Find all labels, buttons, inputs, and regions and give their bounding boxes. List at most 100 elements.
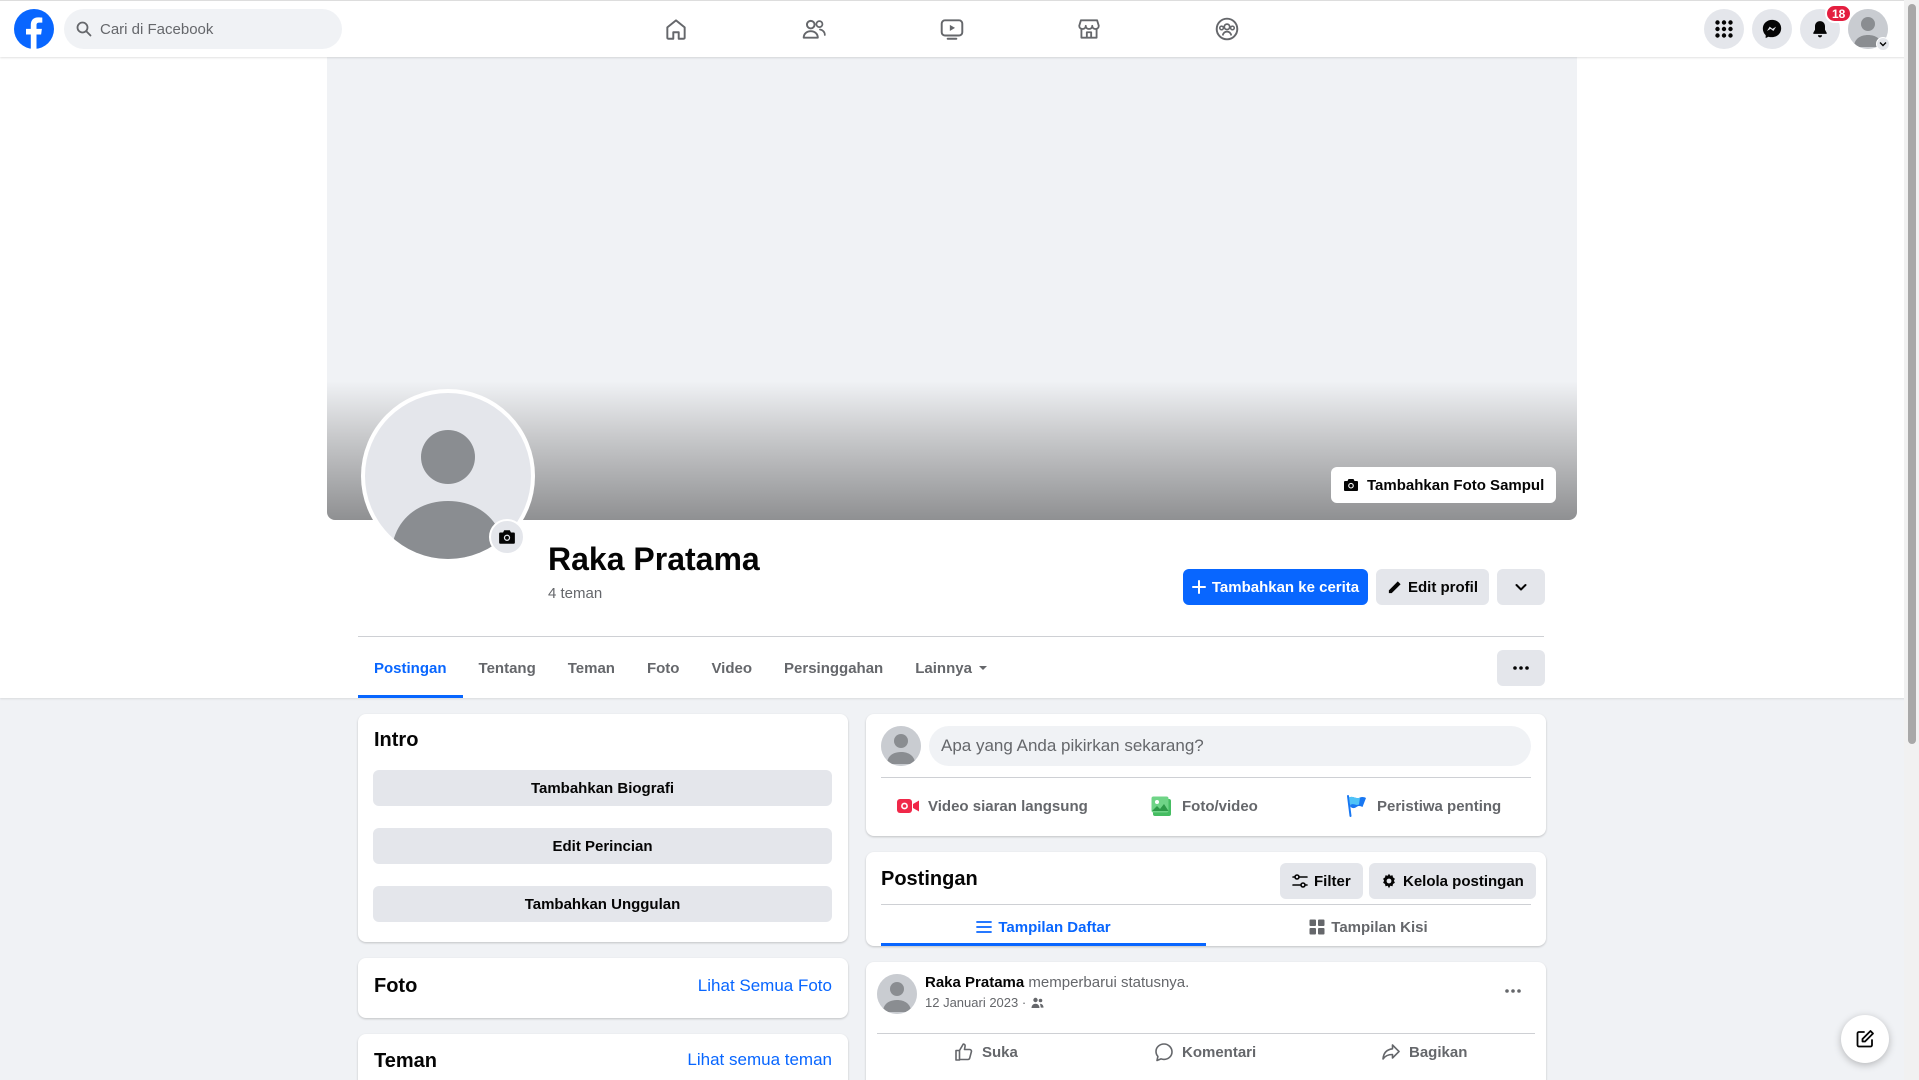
comment-icon <box>1155 1043 1173 1062</box>
flag-icon <box>1347 795 1366 817</box>
life-event-button[interactable]: Peristiwa penting <box>1345 786 1501 826</box>
friend-count[interactable]: 4 teman <box>548 585 602 602</box>
tab-about[interactable]: Tentang <box>463 638 552 698</box>
life-event-label: Peristiwa penting <box>1377 797 1502 815</box>
account-chevron-icon[interactable] <box>1876 37 1890 51</box>
page-scrollbar[interactable] <box>1904 0 1919 1080</box>
comment-button[interactable]: Komentari <box>1154 1034 1256 1070</box>
camera-icon <box>1344 479 1358 491</box>
header-divider <box>358 636 1544 637</box>
live-video-label: Video siaran langsung <box>928 797 1088 815</box>
like-button[interactable]: Suka <box>954 1034 1018 1070</box>
composer-avatar[interactable] <box>881 726 921 766</box>
photos-card: Foto Lihat Semua Foto <box>358 958 848 1018</box>
more-options-button[interactable] <box>1497 650 1545 686</box>
friends-card: Teman Lihat semua teman <box>358 1034 848 1080</box>
live-video-button[interactable]: Video siaran langsung <box>896 786 1088 826</box>
see-all-friends-link[interactable]: Lihat semua teman <box>687 1050 832 1070</box>
camera-icon <box>499 530 515 544</box>
tab-posts[interactable]: Postingan <box>358 638 463 698</box>
post-date[interactable]: 12 Januari 2023 · <box>925 995 1026 1010</box>
scrollbar-thumb[interactable] <box>1908 4 1916 744</box>
video-watch-icon[interactable] <box>936 13 968 45</box>
plus-icon <box>1191 580 1206 594</box>
see-all-photos-link[interactable]: Lihat Semua Foto <box>698 976 832 996</box>
share-label: Bagikan <box>1409 1043 1468 1061</box>
post-options-button[interactable] <box>1498 976 1528 1006</box>
edit-profile-label: Edit profil <box>1408 578 1478 596</box>
list-view-label: Tampilan Daftar <box>998 918 1111 936</box>
profile-header: Tambahkan Foto Sampul <box>0 57 1919 698</box>
more-dots-icon <box>1505 989 1521 993</box>
friends-title: Teman <box>374 1050 437 1072</box>
new-message-button[interactable] <box>1841 1015 1889 1063</box>
tab-photos[interactable]: Foto <box>631 638 695 698</box>
add-cover-photo-label: Tambahkan Foto Sampul <box>1367 476 1545 494</box>
live-video-icon <box>897 799 919 813</box>
intro-card: Intro Tambahkan Biografi Edit Perincian … <box>358 714 848 942</box>
list-view-tab[interactable]: Tampilan Daftar <box>881 907 1206 947</box>
list-icon <box>976 921 993 933</box>
search-box[interactable] <box>64 9 342 49</box>
post-meta: 12 Januari 2023 · <box>925 995 1044 1010</box>
post-author-name[interactable]: Raka Pratama <box>925 974 1024 991</box>
manage-posts-button[interactable]: Kelola postingan <box>1369 863 1536 899</box>
tab-more-label: Lainnya <box>915 659 972 677</box>
comment-label: Komentari <box>1182 1043 1257 1061</box>
edit-details-button[interactable]: Edit Perincian <box>373 828 832 864</box>
add-to-story-button[interactable]: Tambahkan ke cerita <box>1183 569 1368 605</box>
notification-count-badge: 18 <box>1825 4 1853 23</box>
post-card: Raka Pratama memperbarui statusnya. 12 J… <box>866 962 1546 1080</box>
messenger-icon <box>1762 19 1782 39</box>
gear-icon <box>1383 873 1395 889</box>
add-to-story-label: Tambahkan ke cerita <box>1211 578 1360 596</box>
pencil-icon <box>1388 580 1401 593</box>
thumbs-up-icon <box>955 1043 973 1061</box>
home-icon[interactable] <box>660 13 692 45</box>
tab-videos[interactable]: Video <box>695 638 768 698</box>
profile-options-dropdown-button[interactable] <box>1497 569 1545 605</box>
tab-more[interactable]: Lainnya <box>899 638 1004 698</box>
intro-title: Intro <box>374 729 419 751</box>
chevron-down-icon <box>1515 584 1527 591</box>
filter-label: Filter <box>1314 872 1351 890</box>
active-view-indicator <box>881 943 1206 946</box>
menu-grid-button[interactable] <box>1704 9 1744 49</box>
post-author-avatar[interactable] <box>877 974 917 1014</box>
friends-audience-icon <box>1031 997 1044 1008</box>
search-input[interactable] <box>100 20 320 38</box>
filter-button[interactable]: Filter <box>1280 863 1363 899</box>
post-composer-card: Apa yang Anda pikirkan sekarang? Video s… <box>866 714 1546 836</box>
groups-icon[interactable] <box>1211 13 1243 45</box>
tab-check-ins[interactable]: Persinggahan <box>768 638 899 698</box>
manage-posts-label: Kelola postingan <box>1403 872 1524 890</box>
filter-sliders-icon <box>1292 874 1308 888</box>
like-label: Suka <box>982 1043 1018 1061</box>
grid-icon <box>1309 919 1325 935</box>
marketplace-icon[interactable] <box>1073 13 1105 45</box>
edit-profile-button[interactable]: Edit profil <box>1376 569 1489 605</box>
grid-view-tab[interactable]: Tampilan Kisi <box>1206 907 1531 947</box>
composer-divider <box>881 777 1531 778</box>
update-profile-picture-button[interactable] <box>489 519 525 555</box>
friends-icon[interactable] <box>798 13 830 45</box>
add-cover-photo-button[interactable]: Tambahkan Foto Sampul <box>1331 467 1557 503</box>
add-featured-button[interactable]: Tambahkan Unggulan <box>373 886 832 922</box>
post-header-line: Raka Pratama memperbarui statusnya. <box>925 974 1189 991</box>
bell-icon <box>1813 21 1827 38</box>
search-icon <box>76 21 92 37</box>
composer-input[interactable]: Apa yang Anda pikirkan sekarang? <box>929 726 1531 766</box>
facebook-logo-icon[interactable] <box>14 9 54 49</box>
compose-icon <box>1856 1030 1874 1048</box>
posts-section-title: Postingan <box>881 868 978 890</box>
photo-video-button[interactable]: Foto/video <box>1150 786 1258 826</box>
top-navigation-bar: 18 <box>0 0 1919 57</box>
share-icon <box>1382 1044 1400 1060</box>
share-button[interactable]: Bagikan <box>1381 1034 1467 1070</box>
menu-grid-icon <box>1715 20 1733 38</box>
add-bio-button[interactable]: Tambahkan Biografi <box>373 770 832 806</box>
messenger-button[interactable] <box>1752 9 1792 49</box>
photo-video-label: Foto/video <box>1182 797 1258 815</box>
tab-friends[interactable]: Teman <box>552 638 631 698</box>
photo-icon <box>1151 796 1171 816</box>
